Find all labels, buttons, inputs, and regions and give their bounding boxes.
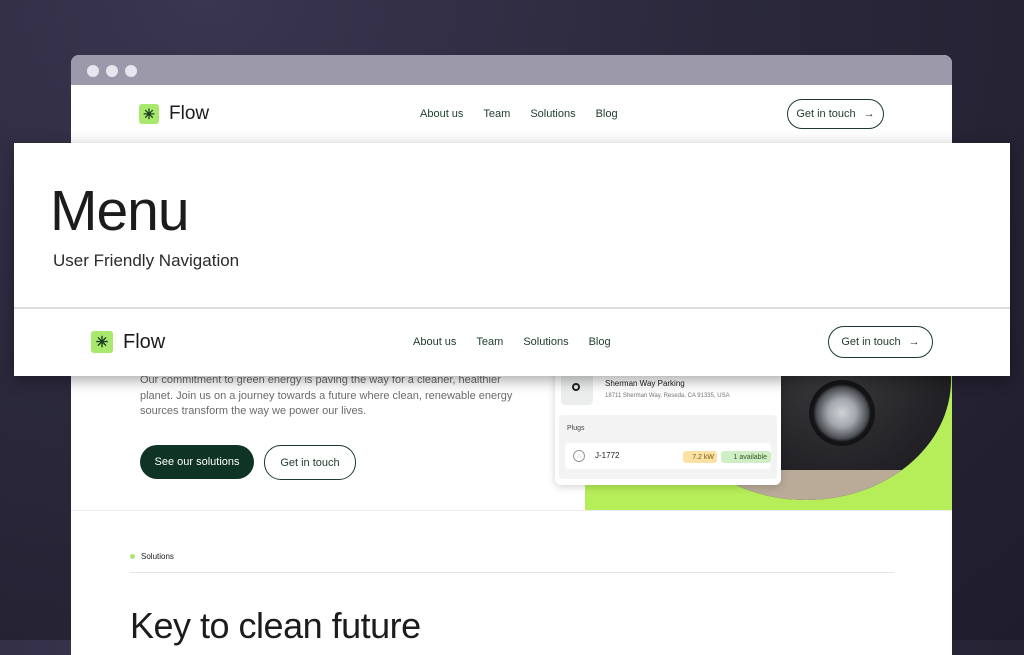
nav-link-solutions[interactable]: Solutions bbox=[530, 108, 575, 120]
section-divider bbox=[71, 510, 952, 511]
site-header: ✳ Flow About us Team Solutions Blog Get … bbox=[71, 85, 952, 143]
window-minimize-dot[interactable] bbox=[106, 65, 118, 77]
plug-id: J-1772 bbox=[595, 451, 620, 460]
nav-link-about[interactable]: About us bbox=[420, 108, 463, 120]
showcase-subtitle: User Friendly Navigation bbox=[53, 251, 240, 270]
plug-row[interactable]: ∴ J-1772 7.2 kW 1 available bbox=[565, 443, 771, 469]
bullet-dot-icon bbox=[130, 554, 135, 559]
plug-power-badge: 7.2 kW bbox=[683, 451, 717, 463]
menu-showcase-panel: Menu User Friendly Navigation ✳ Flow Abo… bbox=[14, 143, 1010, 376]
hero-description: Our commitment to green energy is paving… bbox=[140, 374, 513, 417]
enlarged-site-header: ✳ Flow About us Team Solutions Blog Get … bbox=[14, 312, 1010, 372]
charging-station-card[interactable]: Sherman Way Parking 18711 Sherman Way, R… bbox=[555, 361, 781, 485]
nav-link-team[interactable]: Team bbox=[483, 108, 510, 120]
enlarged-flow-logo-icon: ✳ bbox=[91, 331, 113, 353]
logo-text: Flow bbox=[169, 103, 210, 124]
enlarged-nav-link-solutions[interactable]: Solutions bbox=[523, 336, 568, 348]
window-close-dot[interactable] bbox=[87, 65, 99, 77]
enlarged-logo-text: Flow bbox=[123, 330, 166, 353]
station-title: Sherman Way Parking bbox=[605, 379, 685, 388]
plug-status-badge: 1 available bbox=[721, 451, 771, 463]
enlarged-get-in-touch-button[interactable]: Get in touch → bbox=[828, 326, 933, 358]
arrow-right-icon: → bbox=[908, 336, 920, 348]
logo[interactable]: ✳ Flow bbox=[139, 103, 209, 125]
section-heading: Key to clean future bbox=[130, 605, 421, 646]
enlarged-logo[interactable]: ✳ Flow bbox=[91, 331, 165, 354]
plugs-panel: Plugs ∴ J-1772 7.2 kW 1 available bbox=[559, 415, 777, 479]
station-address: 18711 Sherman Way, Reseda, CA 91335, USA bbox=[605, 393, 730, 399]
see-solutions-button[interactable]: See our solutions bbox=[140, 445, 254, 479]
window-maximize-dot[interactable] bbox=[125, 65, 137, 77]
showcase-title: Menu bbox=[50, 179, 190, 243]
get-in-touch-button[interactable]: Get in touch → bbox=[787, 99, 884, 129]
browser-title-bar bbox=[71, 55, 952, 85]
enlarged-nav-link-team[interactable]: Team bbox=[476, 336, 503, 348]
arrow-right-icon: → bbox=[863, 108, 875, 120]
enlarged-main-nav: About us Team Solutions Blog bbox=[413, 336, 611, 348]
enlarged-nav-link-about[interactable]: About us bbox=[413, 336, 456, 348]
showcase-separator bbox=[14, 307, 1010, 309]
section-tag-label: Solutions bbox=[141, 552, 174, 561]
section-rule bbox=[130, 572, 894, 573]
get-in-touch-label: Get in touch bbox=[796, 108, 856, 120]
plugs-label: Plugs bbox=[567, 425, 585, 432]
plug-connector-icon: ∴ bbox=[573, 450, 585, 462]
enlarged-nav-link-blog[interactable]: Blog bbox=[589, 336, 611, 348]
car-wheel bbox=[809, 380, 875, 446]
main-nav: About us Team Solutions Blog bbox=[420, 108, 618, 120]
location-pin-icon bbox=[572, 383, 580, 391]
hero-get-in-touch-button[interactable]: Get in touch bbox=[264, 445, 356, 480]
section-tag: Solutions bbox=[130, 552, 174, 561]
nav-link-blog[interactable]: Blog bbox=[596, 108, 618, 120]
flow-logo-icon: ✳ bbox=[139, 104, 159, 124]
enlarged-get-in-touch-label: Get in touch bbox=[841, 336, 901, 348]
